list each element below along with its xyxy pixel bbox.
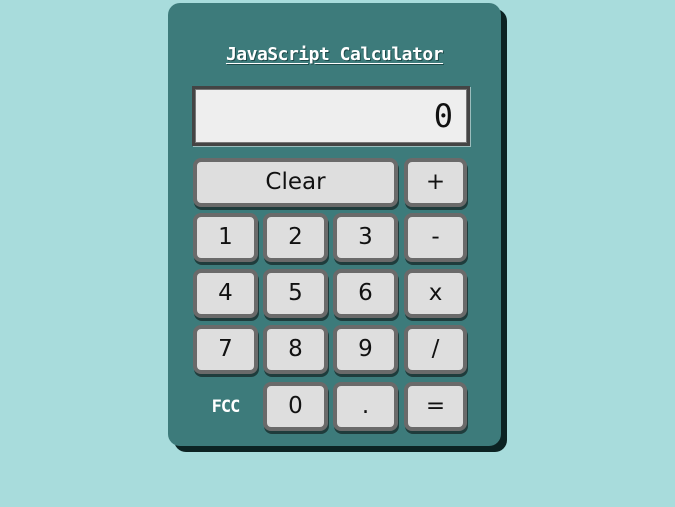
equals-button[interactable]: = <box>404 382 467 431</box>
calculator-display: 0 <box>192 86 470 146</box>
plus-button[interactable]: + <box>404 158 467 207</box>
calculator-title: JavaScript Calculator <box>225 44 444 65</box>
digit-1-button[interactable]: 1 <box>193 213 258 262</box>
digit-9-button[interactable]: 9 <box>333 325 398 374</box>
digit-6-button[interactable]: 6 <box>333 269 398 318</box>
clear-button[interactable]: Clear <box>193 158 398 207</box>
multiply-button[interactable]: x <box>404 269 467 318</box>
calculator-body: JavaScript Calculator 0 Clear + 1 2 3 - … <box>168 3 501 446</box>
digit-3-button[interactable]: 3 <box>333 213 398 262</box>
digit-7-button[interactable]: 7 <box>193 325 258 374</box>
digit-4-button[interactable]: 4 <box>193 269 258 318</box>
fcc-brand-label: FCC <box>211 396 241 417</box>
digit-0-button[interactable]: 0 <box>263 382 328 431</box>
digit-5-button[interactable]: 5 <box>263 269 328 318</box>
minus-button[interactable]: - <box>404 213 467 262</box>
decimal-button[interactable]: . <box>333 382 398 431</box>
digit-2-button[interactable]: 2 <box>263 213 328 262</box>
divide-button[interactable]: / <box>404 325 467 374</box>
display-value: 0 <box>433 97 453 135</box>
digit-8-button[interactable]: 8 <box>263 325 328 374</box>
